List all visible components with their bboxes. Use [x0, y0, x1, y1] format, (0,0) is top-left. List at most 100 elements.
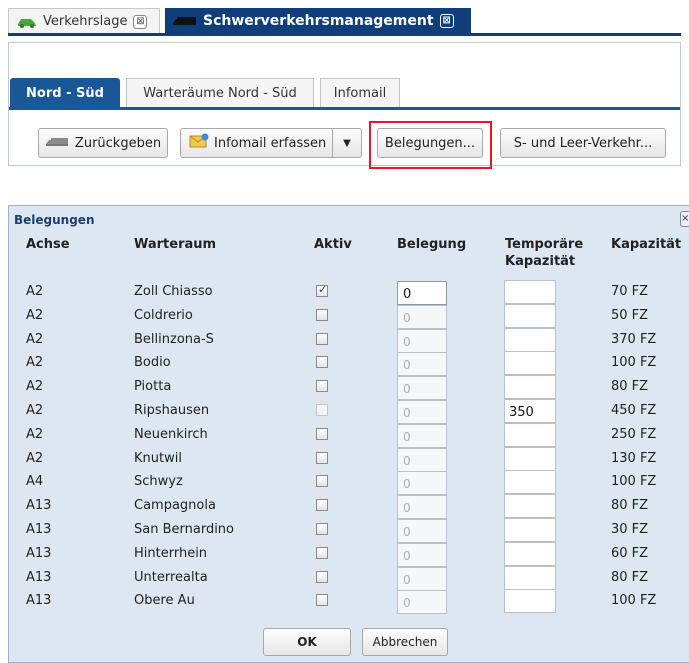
- row-achse: A2: [26, 451, 44, 466]
- tab-verkehrslage[interactable]: Verkehrslage ⊠: [8, 8, 160, 34]
- header-warteraum: Warteraum: [134, 237, 217, 252]
- row-achse: A2: [26, 427, 44, 442]
- belegung-input: 0: [397, 400, 447, 424]
- tab-nord-sued[interactable]: Nord - Süd: [10, 78, 120, 108]
- aktiv-checkbox[interactable]: [316, 523, 328, 535]
- temporaere-kapazitaet-input[interactable]: [504, 280, 556, 304]
- aktiv-checkbox[interactable]: [316, 571, 328, 583]
- temporaere-kapazitaet-input[interactable]: [504, 470, 556, 494]
- tab-warteraeume-nord-sued[interactable]: Warteräume Nord - Süd: [126, 78, 314, 108]
- chevron-down-icon[interactable]: ▼: [333, 138, 361, 149]
- row-achse: A2: [26, 379, 44, 394]
- row-warteraum: Campagnola: [134, 498, 216, 513]
- row-kapazitaet: 80 FZ: [611, 498, 649, 513]
- tab-infomail[interactable]: Infomail: [320, 78, 400, 108]
- row-kapazitaet: 60 FZ: [611, 546, 649, 561]
- aktiv-checkbox[interactable]: [316, 380, 328, 392]
- row-kapazitaet: 450 FZ: [611, 403, 657, 418]
- row-kapazitaet: 80 FZ: [611, 379, 649, 394]
- button-label: Zurückgeben: [74, 135, 162, 151]
- row-warteraum: Obere Au: [134, 593, 195, 608]
- row-warteraum: Neuenkirch: [134, 427, 208, 442]
- header-temp-line1: Temporäre: [505, 237, 584, 252]
- temporaere-kapazitaet-input[interactable]: [504, 542, 556, 566]
- aktiv-checkbox[interactable]: [316, 309, 328, 321]
- abbrechen-button[interactable]: Abbrechen: [362, 628, 448, 656]
- header-aktiv: Aktiv: [314, 237, 352, 252]
- temporaere-kapazitaet-input[interactable]: [504, 328, 556, 352]
- ok-button[interactable]: OK: [263, 628, 351, 656]
- close-icon[interactable]: ×: [680, 211, 689, 227]
- row-kapazitaet: 70 FZ: [611, 284, 649, 299]
- temporaere-kapazitaet-input[interactable]: [504, 518, 556, 542]
- row-kapazitaet: 100 FZ: [611, 593, 657, 608]
- zurueckgeben-button[interactable]: Zurückgeben: [38, 128, 168, 158]
- row-achse: A13: [26, 593, 52, 608]
- aktiv-checkbox[interactable]: [316, 594, 328, 606]
- aktiv-checkbox[interactable]: [316, 452, 328, 464]
- car-icon: [17, 16, 37, 28]
- aktiv-checkbox[interactable]: [316, 547, 328, 559]
- row-kapazitaet: 30 FZ: [611, 522, 649, 537]
- belegungen-button[interactable]: Belegungen...: [377, 128, 483, 158]
- row-achse: A4: [26, 474, 44, 489]
- row-achse: A13: [26, 570, 52, 585]
- temporaere-kapazitaet-input[interactable]: [504, 304, 556, 328]
- temporaere-kapazitaet-input[interactable]: [504, 589, 556, 613]
- infomail-erfassen-main[interactable]: Infomail erfassen: [181, 129, 333, 157]
- temporaere-kapazitaet-input[interactable]: [504, 351, 556, 375]
- infomail-erfassen-button[interactable]: Infomail erfassen ▼: [180, 128, 362, 158]
- mail-icon: [189, 133, 209, 153]
- header-achse: Achse: [26, 237, 70, 252]
- row-achse: A13: [26, 498, 52, 513]
- header-temp-line2: Kapazität: [505, 254, 576, 269]
- temporaere-kapazitaet-input[interactable]: [504, 566, 556, 590]
- truck-icon: [173, 16, 197, 26]
- belegung-input[interactable]: 0: [397, 281, 447, 305]
- aktiv-checkbox[interactable]: [316, 499, 328, 511]
- row-kapazitaet: 250 FZ: [611, 427, 657, 442]
- belegung-input: 0: [397, 471, 447, 495]
- row-warteraum: Schwyz: [134, 474, 183, 489]
- row-achse: A2: [26, 355, 44, 370]
- truck-icon: [45, 136, 69, 151]
- s-und-leer-verkehr-button[interactable]: S- und Leer-Verkehr...: [500, 128, 666, 158]
- row-warteraum: Piotta: [134, 379, 172, 394]
- row-achse: A2: [26, 403, 44, 418]
- temporaere-kapazitaet-input[interactable]: [504, 447, 556, 471]
- temporaere-kapazitaet-input[interactable]: 350: [504, 399, 556, 423]
- tab-label: Verkehrslage: [43, 14, 128, 29]
- belegung-input: 0: [397, 519, 447, 543]
- row-warteraum: Ripshausen: [134, 403, 210, 418]
- row-achse: A13: [26, 522, 52, 537]
- belegung-input: 0: [397, 352, 447, 376]
- belegung-input: 0: [397, 567, 447, 591]
- aktiv-checkbox[interactable]: [316, 428, 328, 440]
- row-kapazitaet: 130 FZ: [611, 451, 657, 466]
- belegung-input: 0: [397, 376, 447, 400]
- aktiv-checkbox[interactable]: [316, 356, 328, 368]
- temporaere-kapazitaet-input[interactable]: [504, 494, 556, 518]
- row-achse: A2: [26, 308, 44, 323]
- close-icon[interactable]: ⊠: [133, 14, 148, 29]
- row-warteraum: Hinterrhein: [134, 546, 208, 561]
- belegung-input: 0: [397, 495, 447, 519]
- dialog-title: Belegungen: [14, 213, 95, 227]
- row-kapazitaet: 370 FZ: [611, 332, 657, 347]
- aktiv-checkbox[interactable]: [316, 333, 328, 345]
- row-warteraum: Knutwil: [134, 451, 182, 466]
- belegungen-dialog: [8, 205, 689, 663]
- row-kapazitaet: 100 FZ: [611, 355, 657, 370]
- app-tab-bar: Verkehrslage ⊠ Schwerverkehrsmanagement …: [0, 0, 689, 36]
- header-kapazitaet: Kapazität: [611, 237, 682, 252]
- aktiv-checkbox[interactable]: [316, 475, 328, 487]
- tab-schwerverkehrsmanagement[interactable]: Schwerverkehrsmanagement ⊠: [165, 8, 471, 34]
- header-belegung: Belegung: [397, 237, 467, 252]
- temporaere-kapazitaet-input[interactable]: [504, 375, 556, 399]
- row-kapazitaet: 50 FZ: [611, 308, 649, 323]
- temporaere-kapazitaet-input[interactable]: [504, 423, 556, 447]
- aktiv-checkbox[interactable]: [316, 283, 328, 297]
- close-icon[interactable]: ⊠: [439, 14, 454, 28]
- row-warteraum: Coldrerio: [134, 308, 193, 323]
- row-warteraum: Bellinzona-S: [134, 332, 214, 347]
